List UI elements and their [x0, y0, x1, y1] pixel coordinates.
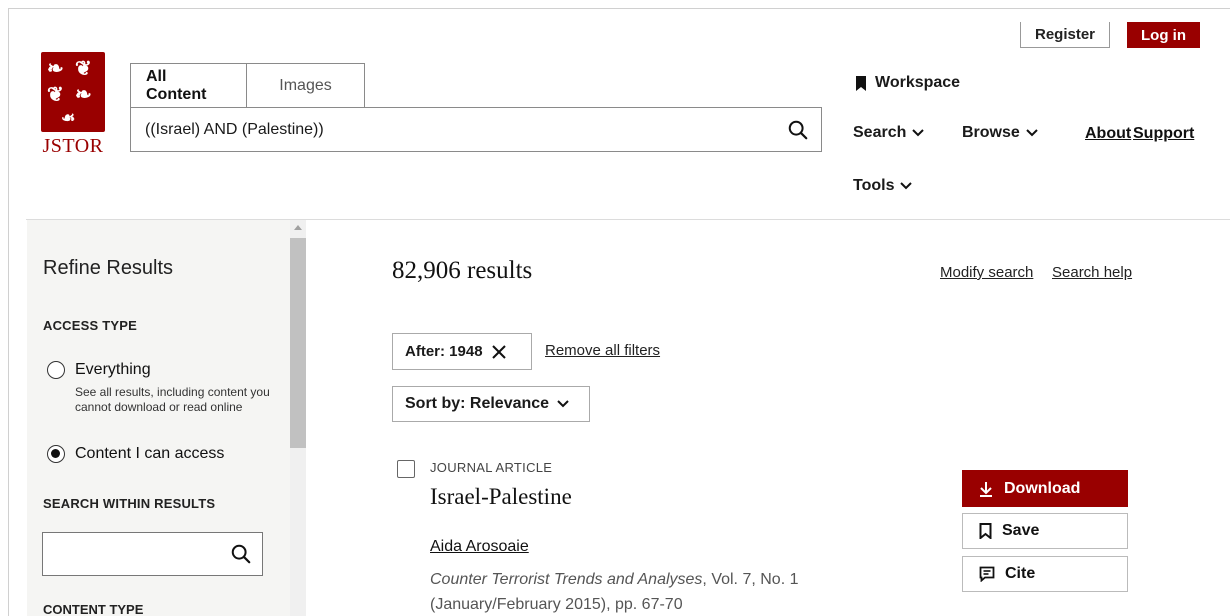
- nav-support[interactable]: Support: [1133, 125, 1194, 143]
- cite-button[interactable]: Cite: [962, 556, 1128, 592]
- search-within-heading: SEARCH WITHIN RESULTS: [43, 496, 216, 511]
- remove-all-filters-link[interactable]: Remove all filters: [545, 342, 660, 359]
- bookmark-icon: [856, 75, 866, 91]
- sidebar-scroll-thumb[interactable]: [290, 238, 306, 448]
- radio-everything-description: See all results, including content you c…: [75, 385, 270, 414]
- filter-chip-after[interactable]: After: 1948: [392, 333, 532, 370]
- chevron-down-icon: [1026, 129, 1038, 137]
- cite-label: Cite: [1005, 565, 1036, 582]
- nav-browse[interactable]: Browse: [962, 124, 1038, 142]
- chevron-down-icon: [900, 182, 913, 190]
- nav-about[interactable]: About: [1085, 125, 1131, 143]
- result-date-pages: (January/February 2015), pp. 67-70: [430, 596, 683, 613]
- login-button[interactable]: Log in: [1127, 22, 1200, 48]
- search-icon[interactable]: [230, 543, 252, 565]
- nav-tools-label: Tools: [853, 177, 895, 194]
- search-scope-tabs: All Content Images: [130, 63, 365, 107]
- download-button[interactable]: Download: [962, 470, 1128, 507]
- cite-icon: [979, 566, 995, 582]
- bookmark-outline-icon: [979, 523, 992, 539]
- download-icon: [980, 481, 992, 497]
- sort-dropdown[interactable]: Sort by: Relevance: [392, 386, 590, 422]
- close-icon[interactable]: [491, 344, 507, 360]
- modify-search-link[interactable]: Modify search: [940, 264, 1033, 281]
- chevron-down-icon: [557, 400, 569, 408]
- logo-wordmark: JSTOR: [42, 135, 104, 157]
- result-type: JOURNAL ARTICLE: [430, 460, 553, 475]
- save-button[interactable]: Save: [962, 513, 1128, 549]
- search-help-link[interactable]: Search help: [1052, 264, 1132, 281]
- register-button[interactable]: Register: [1020, 22, 1110, 48]
- workspace-link[interactable]: Workspace: [855, 74, 960, 92]
- nav-search-label: Search: [853, 124, 907, 141]
- scroll-up-arrow-icon[interactable]: [294, 225, 302, 230]
- chevron-down-icon: [912, 129, 925, 137]
- search-icon[interactable]: [787, 119, 809, 141]
- filter-chip-label: After: 1948: [405, 343, 483, 360]
- radio-everything[interactable]: [47, 361, 65, 379]
- refine-results-title: Refine Results: [43, 257, 174, 279]
- download-label: Download: [1004, 479, 1081, 497]
- radio-content-i-can-access[interactable]: [47, 445, 65, 463]
- result-citation: Counter Terrorist Trends and Analyses, V…: [430, 567, 850, 616]
- jstor-logo[interactable]: ❧ ❦ ❦ ❧ ☙ JSTOR: [33, 52, 113, 158]
- workspace-label: Workspace: [875, 74, 961, 91]
- radio-content-access-label[interactable]: Content I can access: [75, 445, 224, 463]
- result-journal: Counter Terrorist Trends and Analyses: [430, 571, 703, 588]
- tab-images[interactable]: Images: [247, 63, 365, 107]
- nav-browse-label: Browse: [962, 124, 1020, 141]
- result-title[interactable]: Israel-Palestine: [430, 484, 572, 510]
- search-input-value: ((Israel) AND (Palestine)): [145, 120, 324, 138]
- content-type-heading: CONTENT TYPE: [43, 602, 144, 616]
- search-within-input[interactable]: [42, 532, 263, 576]
- nav-search[interactable]: Search: [853, 124, 925, 142]
- result-select-checkbox[interactable]: [397, 460, 415, 478]
- jstor-seal-icon: ❧ ❦ ❦ ❧ ☙: [41, 52, 105, 132]
- results-count: 82,906 results: [392, 257, 533, 284]
- nav-tools[interactable]: Tools: [853, 177, 913, 195]
- result-volume: , Vol. 7, No. 1: [702, 571, 799, 588]
- sort-label: Sort by: Relevance: [405, 395, 550, 412]
- radio-everything-label[interactable]: Everything: [75, 361, 151, 379]
- tab-all-content[interactable]: All Content: [130, 63, 247, 107]
- access-type-heading: ACCESS TYPE: [43, 318, 137, 333]
- save-label: Save: [1002, 522, 1040, 539]
- search-input[interactable]: ((Israel) AND (Palestine)): [130, 107, 822, 152]
- result-author[interactable]: Aida Arosoaie: [430, 538, 529, 556]
